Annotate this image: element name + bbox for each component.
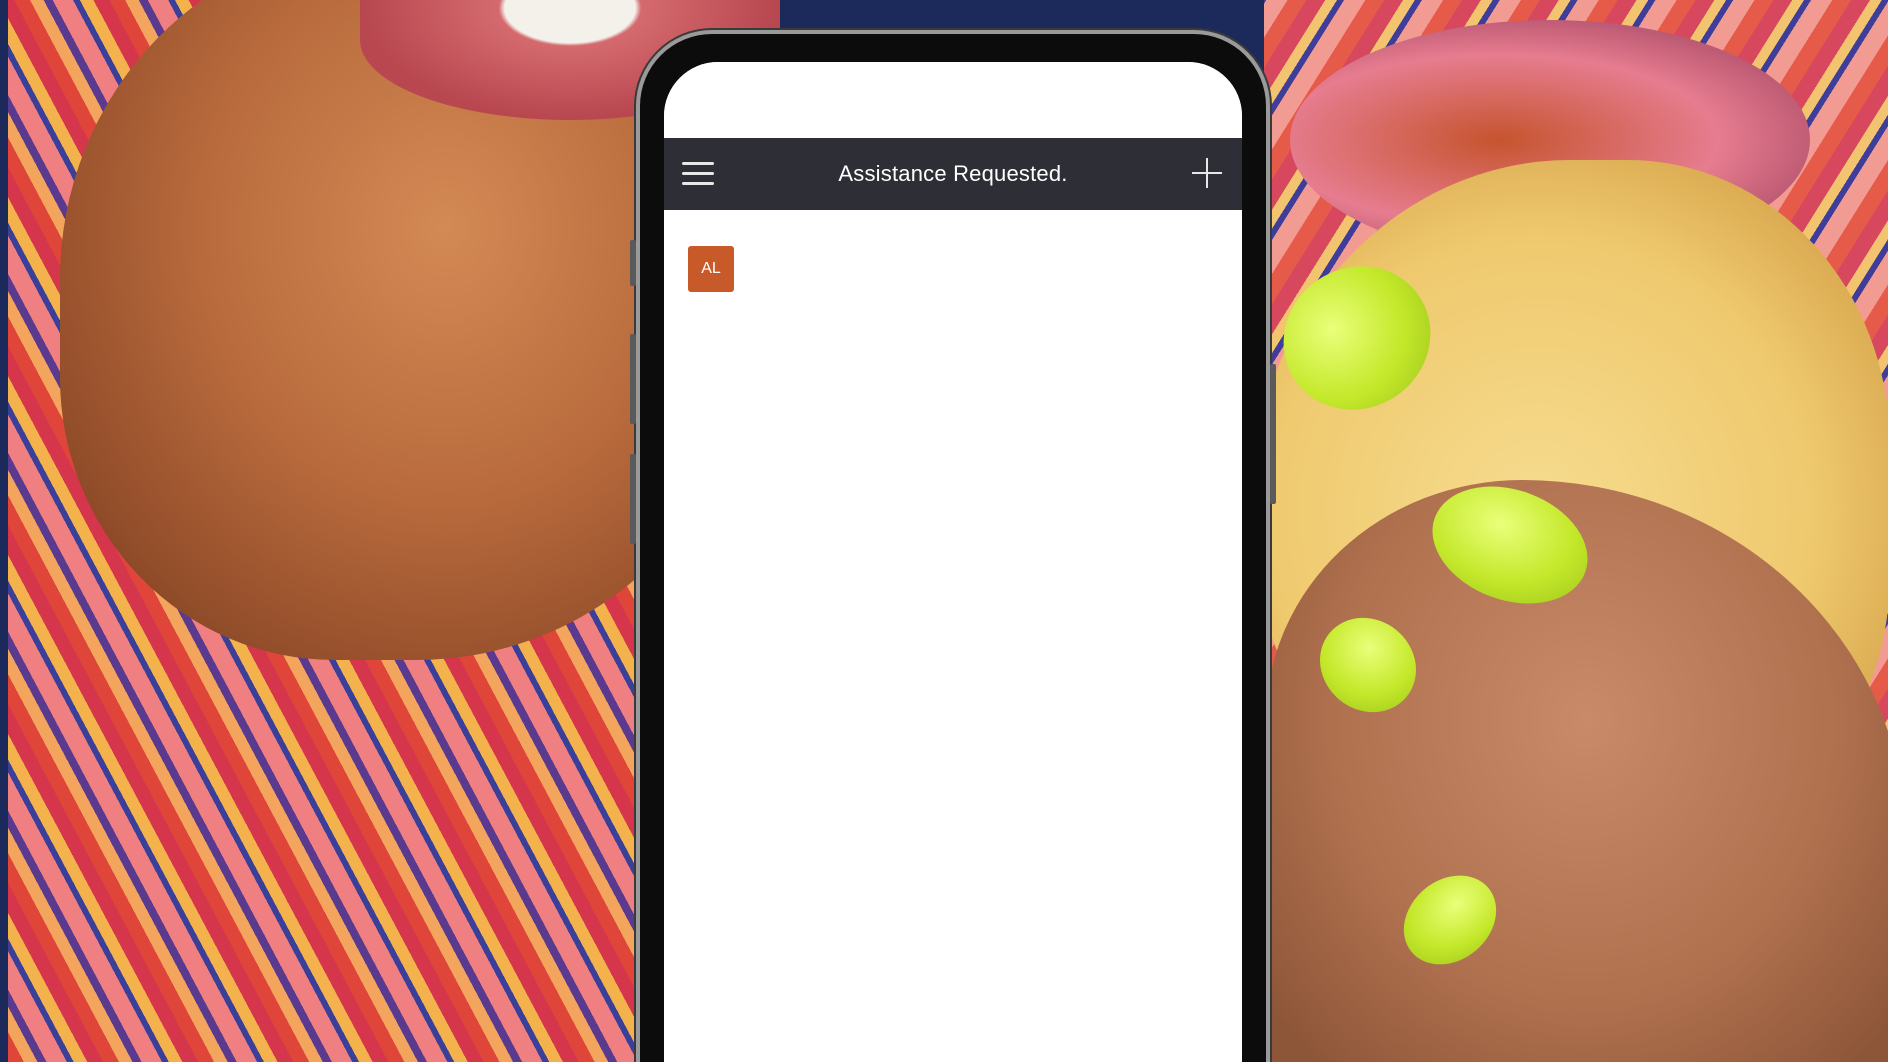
phone-power-button — [1270, 364, 1276, 504]
avatar[interactable]: AL — [688, 246, 734, 292]
phone-volume-down-button — [630, 454, 636, 544]
phone-volume-up-button — [630, 334, 636, 424]
status-bar — [664, 62, 1242, 138]
app-bar: Assistance Requested. — [664, 138, 1242, 210]
phone-side-button — [630, 240, 636, 286]
plus-icon[interactable] — [1190, 156, 1224, 190]
phone-frame: Assistance Requested. AL — [630, 34, 1276, 1062]
page-title: Assistance Requested. — [838, 161, 1068, 186]
promo-scene: Assistance Requested. AL — [0, 0, 1888, 1062]
phone-screen: Assistance Requested. AL — [664, 62, 1242, 1062]
hamburger-menu-icon[interactable] — [682, 162, 716, 186]
